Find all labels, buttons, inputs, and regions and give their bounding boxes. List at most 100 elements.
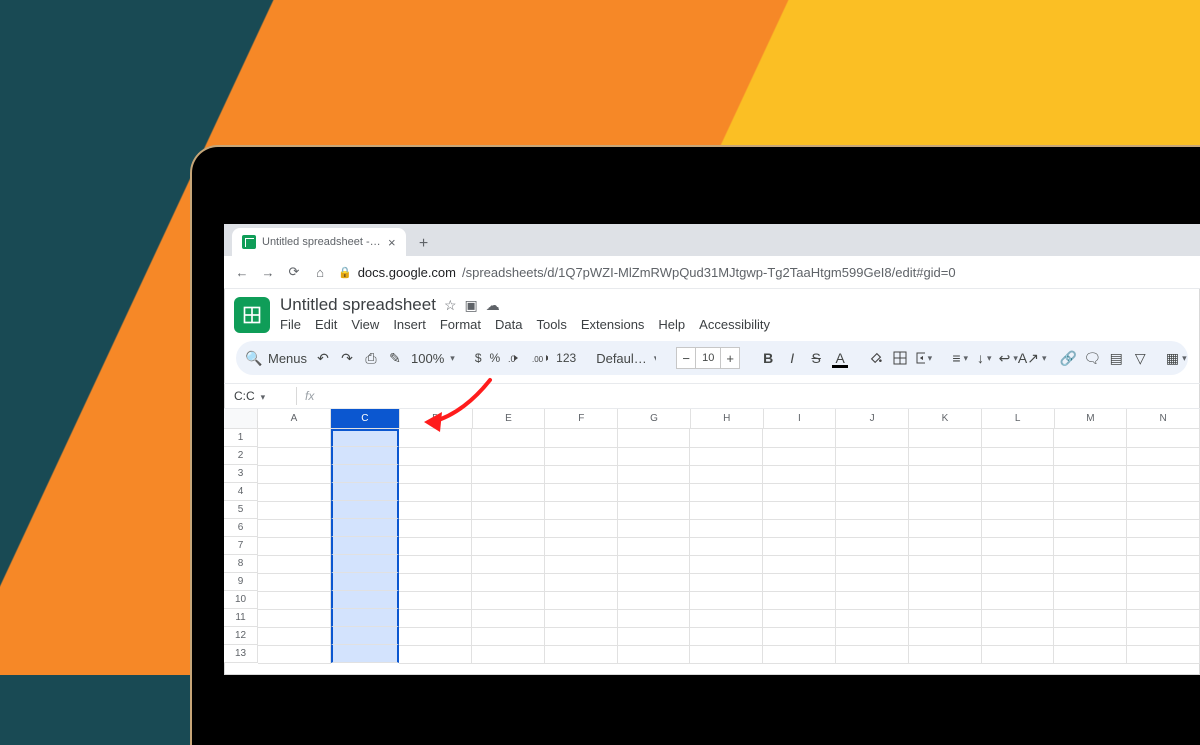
select-all-corner[interactable]: [224, 409, 258, 429]
row-header[interactable]: 4: [224, 483, 258, 501]
cell[interactable]: [472, 591, 545, 610]
cell[interactable]: [1054, 501, 1127, 520]
column-header-c[interactable]: C: [331, 409, 400, 429]
cell[interactable]: [836, 537, 909, 556]
search-menus[interactable]: 🔍 Menus: [246, 350, 307, 366]
column-header-a[interactable]: A: [258, 409, 331, 429]
cell[interactable]: [836, 429, 909, 448]
cell[interactable]: [763, 429, 836, 448]
close-tab-icon[interactable]: ×: [388, 235, 396, 250]
cell[interactable]: [836, 519, 909, 538]
column-header-e[interactable]: E: [473, 409, 546, 429]
menu-format[interactable]: Format: [440, 317, 481, 332]
cell[interactable]: [399, 573, 472, 592]
cell[interactable]: [618, 555, 691, 574]
row-header[interactable]: 8: [224, 555, 258, 573]
row-header[interactable]: 13: [224, 645, 258, 663]
menu-file[interactable]: File: [280, 317, 301, 332]
browser-tab-active[interactable]: Untitled spreadsheet - Google Sh ×: [232, 228, 406, 256]
cell[interactable]: [472, 483, 545, 502]
row-header[interactable]: 2: [224, 447, 258, 465]
cell[interactable]: [472, 555, 545, 574]
cloud-status-icon[interactable]: ☁: [486, 297, 500, 314]
cell[interactable]: [1054, 447, 1127, 466]
sheets-logo[interactable]: [234, 297, 270, 333]
cell[interactable]: [1127, 465, 1200, 484]
cell[interactable]: [1127, 645, 1200, 664]
cell[interactable]: [618, 537, 691, 556]
cell[interactable]: [763, 519, 836, 538]
redo-button[interactable]: ↷: [339, 350, 355, 366]
menu-view[interactable]: View: [351, 317, 379, 332]
column-header-j[interactable]: J: [836, 409, 909, 429]
new-tab-button[interactable]: +: [412, 232, 436, 256]
cell[interactable]: [982, 555, 1055, 574]
cell[interactable]: [399, 645, 472, 664]
cell[interactable]: [690, 483, 763, 502]
cell[interactable]: [1127, 483, 1200, 502]
cell[interactable]: [399, 429, 472, 448]
cell[interactable]: [836, 591, 909, 610]
cell[interactable]: [618, 645, 691, 664]
cell[interactable]: [836, 555, 909, 574]
cell[interactable]: [909, 591, 982, 610]
cell[interactable]: [545, 645, 618, 664]
cell[interactable]: [399, 627, 472, 646]
increase-decimal-button[interactable]: .00: [532, 350, 548, 366]
cell[interactable]: [690, 465, 763, 484]
text-color-button[interactable]: A: [832, 350, 848, 366]
cell[interactable]: [690, 555, 763, 574]
merge-cells-button[interactable]: [916, 350, 932, 366]
cell[interactable]: [618, 627, 691, 646]
column-header-m[interactable]: M: [1055, 409, 1128, 429]
menu-help[interactable]: Help: [658, 317, 685, 332]
cell[interactable]: [545, 447, 618, 466]
insert-link-button[interactable]: 🔗: [1060, 350, 1076, 366]
cell[interactable]: [331, 519, 399, 537]
cell[interactable]: [618, 447, 691, 466]
cell[interactable]: [472, 429, 545, 448]
cell[interactable]: [909, 537, 982, 556]
cell[interactable]: [836, 609, 909, 628]
cell[interactable]: [399, 501, 472, 520]
cell[interactable]: [690, 645, 763, 664]
cell[interactable]: [472, 573, 545, 592]
cell[interactable]: [690, 627, 763, 646]
cell[interactable]: [618, 429, 691, 448]
cell[interactable]: [618, 501, 691, 520]
font-select[interactable]: Defaul…: [596, 351, 656, 366]
cell[interactable]: [982, 627, 1055, 646]
cell[interactable]: [1127, 555, 1200, 574]
cell[interactable]: [763, 537, 836, 556]
cell[interactable]: [399, 483, 472, 502]
cell[interactable]: [472, 501, 545, 520]
table-view-button[interactable]: ▦: [1168, 350, 1184, 366]
cell[interactable]: [618, 609, 691, 628]
cell[interactable]: [982, 501, 1055, 520]
cell[interactable]: [258, 645, 331, 664]
cell[interactable]: [331, 501, 399, 519]
column-header-i[interactable]: I: [764, 409, 837, 429]
cell[interactable]: [331, 627, 399, 645]
cell[interactable]: [982, 429, 1055, 448]
cell[interactable]: [545, 573, 618, 592]
column-header-g[interactable]: G: [618, 409, 691, 429]
cell[interactable]: [836, 627, 909, 646]
cell[interactable]: [690, 609, 763, 628]
paint-format-button[interactable]: ✎: [387, 350, 403, 366]
cell[interactable]: [836, 501, 909, 520]
cell[interactable]: [982, 483, 1055, 502]
fill-color-button[interactable]: [868, 350, 884, 366]
row-header[interactable]: 10: [224, 591, 258, 609]
menu-accessibility[interactable]: Accessibility: [699, 317, 770, 332]
cell[interactable]: [1054, 483, 1127, 502]
cell[interactable]: [1054, 519, 1127, 538]
cell[interactable]: [331, 465, 399, 483]
cell[interactable]: [690, 447, 763, 466]
cell[interactable]: [472, 627, 545, 646]
filter-button[interactable]: ▽: [1132, 350, 1148, 366]
insert-chart-button[interactable]: ▤: [1108, 350, 1124, 366]
cell[interactable]: [1127, 591, 1200, 610]
spreadsheet-grid[interactable]: A C D E F G H I J K L M N 12345678910111…: [224, 409, 1200, 663]
italic-button[interactable]: I: [784, 350, 800, 366]
